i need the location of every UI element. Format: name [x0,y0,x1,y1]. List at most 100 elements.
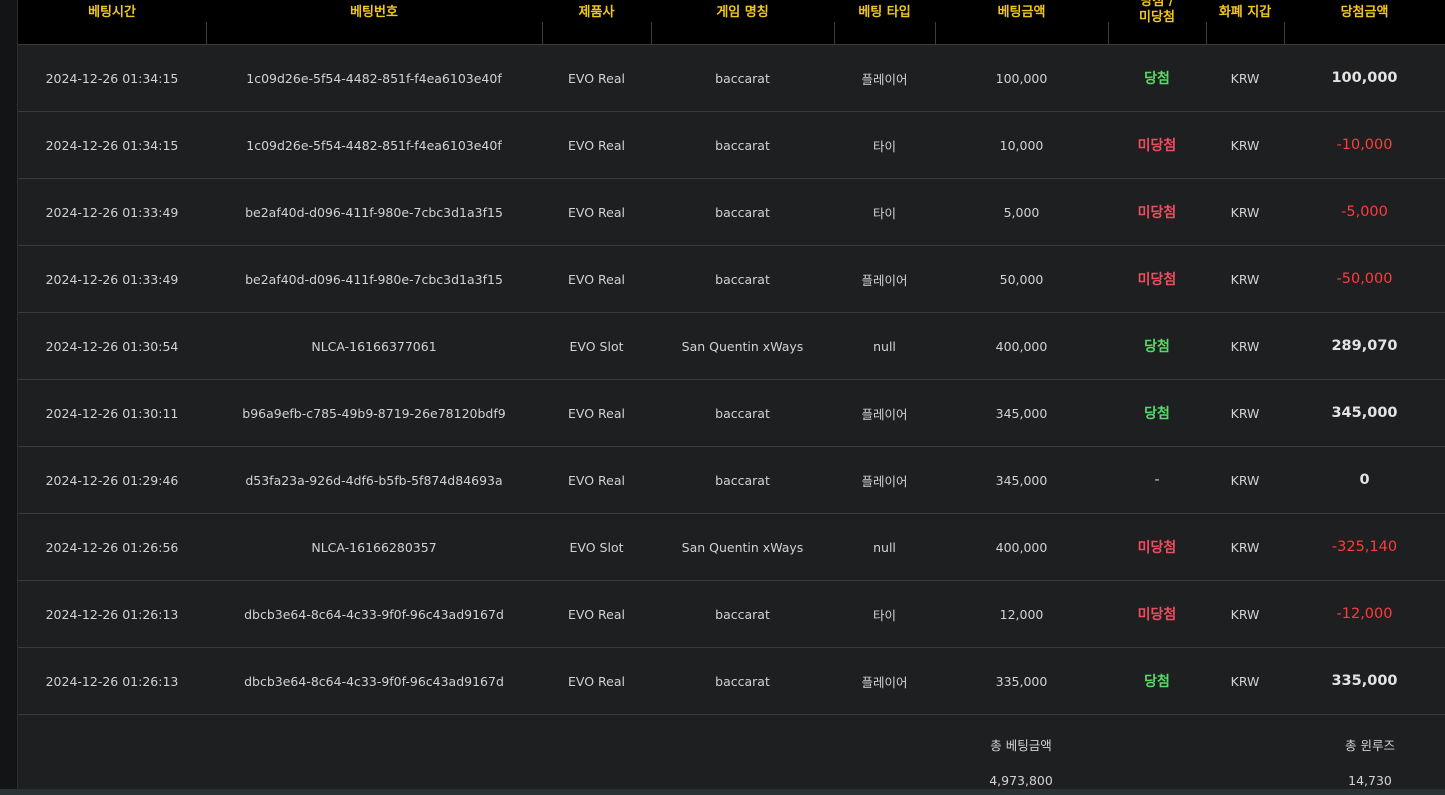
currency-cell: KRW [1230,338,1260,354]
provider-cell: EVO Real [568,70,625,86]
bet-id-cell: dbcb3e64-8c64-4c33-9f0f-96c43ad9167d [244,673,504,689]
table-row[interactable]: 2024-12-26 01:30:11 b96a9efb-c785-49b9-87… [18,380,1445,447]
bet-id-cell: dbcb3e64-8c64-4c33-9f0f-96c43ad9167d [244,606,504,622]
bet-amount-cell: 10,000 [999,137,1044,153]
win-amount-cell: -12,000 [1336,606,1393,622]
bet-id-cell: be2af40d-d096-411f-980e-7cbc3d1a3f15 [245,204,503,220]
game-name-cell: baccarat [715,70,770,86]
bet-amount-cell: 400,000 [995,338,1048,354]
bet-amount-cell: 345,000 [995,405,1048,421]
bet-id-cell: NLCA-16166377061 [311,338,437,354]
provider-cell: EVO Real [568,472,625,488]
currency-cell: KRW [1230,673,1260,689]
column-header-bet-amount[interactable]: 베팅금액 [935,0,1108,45]
column-divider [1108,22,1109,44]
column-divider [1206,22,1207,44]
game-name-cell: baccarat [715,204,770,220]
currency-cell: KRW [1230,405,1260,421]
result-badge: 미당첨 [1137,540,1177,556]
table-row[interactable]: 2024-12-26 01:30:54 NLCA-16166377061 EVO S… [18,313,1445,380]
bet-amount-cell: 100,000 [995,70,1048,86]
table-row[interactable]: 2024-12-26 01:26:13 dbcb3e64-8c64-4c33-9f… [18,648,1445,715]
currency-cell: KRW [1230,70,1260,86]
result-badge: 미당첨 [1137,272,1177,288]
provider-cell: EVO Real [568,137,625,153]
table-row[interactable]: 2024-12-26 01:33:49 be2af40d-d096-411f-98… [18,246,1445,313]
bet-time-cell: 2024-12-26 01:26:13 [45,673,179,689]
result-badge: 당첨 [1144,674,1170,690]
win-amount-cell: 0 [1359,472,1370,488]
column-header-result[interactable]: 당첨 / 미당첨 [1108,0,1206,45]
column-divider [935,22,936,44]
result-badge: 당첨 [1144,406,1170,422]
bet-type-cell: 플레이어 [861,406,908,422]
provider-cell: EVO Real [568,673,625,689]
column-divider [206,22,207,44]
win-amount-cell: -325,140 [1331,539,1398,555]
game-name-cell: San Quentin xWays [681,539,804,555]
bet-time-cell: 2024-12-26 01:30:11 [45,405,179,421]
bet-amount-cell: 400,000 [995,539,1048,555]
win-amount-cell: 289,070 [1331,338,1398,354]
provider-cell: EVO Slot [569,539,624,555]
currency-cell: KRW [1230,137,1260,153]
bet-type-cell: null [873,338,896,354]
table-row[interactable]: 2024-12-26 01:29:46 d53fa23a-926d-4df6-b5… [18,447,1445,514]
win-amount-cell: 100,000 [1331,70,1398,86]
column-divider [834,22,835,44]
bet-type-cell: 플레이어 [861,674,908,690]
column-divider [651,22,652,44]
table-row[interactable]: 2024-12-26 01:26:56 NLCA-16166280357 EVO S… [18,514,1445,581]
bet-type-cell: 타이 [872,607,896,623]
table-row[interactable]: 2024-12-26 01:34:15 1c09d26e-5f54-4482-85… [18,45,1445,112]
column-divider [1284,22,1285,44]
currency-cell: KRW [1230,204,1260,220]
bet-type-cell: 타이 [872,205,896,221]
left-panel-edge [0,0,18,795]
bet-time-cell: 2024-12-26 01:29:46 [45,472,179,488]
bet-amount-cell: 335,000 [995,673,1048,689]
column-header-win-amount[interactable]: 당첨금액 [1284,0,1445,45]
bet-type-cell: 플레이어 [861,473,908,489]
bet-type-cell: null [873,539,896,555]
bet-time-cell: 2024-12-26 01:30:54 [45,338,179,354]
table-header: 베팅시간 베팅번호 제품사 게임 명칭 베팅 타입 베팅금액 당첨 / 미당첨 … [18,0,1445,45]
bet-id-cell: b96a9efb-c785-49b9-8719-26e78120bdf9 [242,405,506,421]
bet-id-cell: d53fa23a-926d-4df6-b5fb-5f874d84693a [245,472,503,488]
column-header-bet-time[interactable]: 베팅시간 [18,0,206,45]
bet-id-cell: NLCA-16166280357 [311,539,437,555]
bet-id-cell: 1c09d26e-5f54-4482-851f-f4ea6103e40f [246,137,502,153]
horizontal-scrollbar[interactable] [0,789,1445,795]
column-header-provider[interactable]: 제품사 [542,0,651,45]
game-name-cell: baccarat [715,271,770,287]
result-badge: 미당첨 [1137,205,1177,221]
game-name-cell: baccarat [715,405,770,421]
column-header-currency-wallet[interactable]: 화폐 지갑 [1206,0,1284,45]
column-divider [542,22,543,44]
table-row[interactable]: 2024-12-26 01:34:15 1c09d26e-5f54-4482-85… [18,112,1445,179]
column-header-game-name[interactable]: 게임 명칭 [651,0,834,45]
bet-time-cell: 2024-12-26 01:26:13 [45,606,179,622]
currency-cell: KRW [1230,271,1260,287]
result-badge: - [1154,472,1160,488]
bet-type-cell: 플레이어 [861,272,908,288]
provider-cell: EVO Real [568,271,625,287]
bet-time-cell: 2024-12-26 01:34:15 [45,137,179,153]
bet-time-cell: 2024-12-26 01:33:49 [45,204,179,220]
table-row[interactable]: 2024-12-26 01:33:49 be2af40d-d096-411f-98… [18,179,1445,246]
table-row[interactable]: 2024-12-26 01:26:13 dbcb3e64-8c64-4c33-9f… [18,581,1445,648]
column-header-bet-type[interactable]: 베팅 타입 [834,0,935,45]
bet-amount-cell: 345,000 [995,472,1048,488]
bet-amount-cell: 50,000 [999,271,1044,287]
currency-cell: KRW [1230,472,1260,488]
total-winloss-value: 14,730 [1348,773,1392,788]
game-name-cell: baccarat [715,137,770,153]
result-badge: 미당첨 [1137,138,1177,154]
game-name-cell: baccarat [715,472,770,488]
result-badge: 당첨 [1144,339,1170,355]
total-bet-value: 4,973,800 [989,773,1053,788]
provider-cell: EVO Slot [569,338,624,354]
provider-cell: EVO Real [568,204,625,220]
betting-history-table: 베팅시간 베팅번호 제품사 게임 명칭 베팅 타입 베팅금액 당첨 / 미당첨 … [18,0,1445,789]
column-header-bet-id[interactable]: 베팅번호 [206,0,542,45]
